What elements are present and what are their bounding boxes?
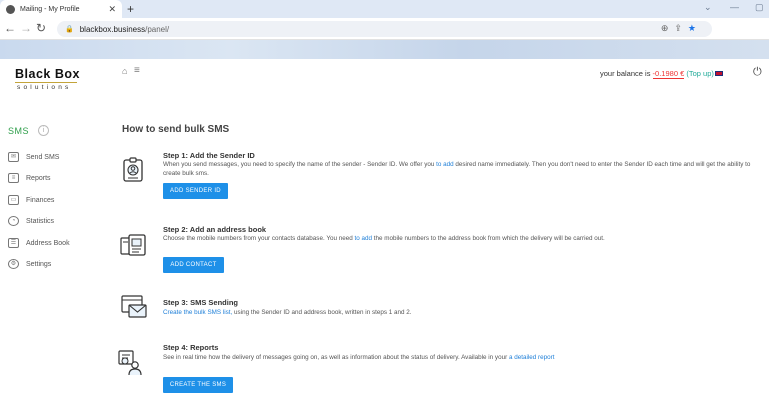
sidebar-item-address-book[interactable]: ☰ Address Book <box>8 236 70 250</box>
step-1-description: When you send messages, you need to spec… <box>163 161 751 177</box>
address-bar[interactable]: 🔒 blackbox.business/panel/ ⊕⇪★ <box>57 21 712 37</box>
sidebar-item-label: Send SMS <box>26 153 60 161</box>
logo-main[interactable]: Black Box <box>15 67 80 81</box>
reports-person-icon <box>118 350 142 376</box>
sidebar-item-reports[interactable]: ≡ Reports <box>8 171 51 185</box>
pie-chart-icon: ◔ <box>8 216 19 226</box>
site-favicon-icon <box>6 4 15 14</box>
app-header: Black Box solutions ⌂ ≡ your balance is … <box>0 59 769 101</box>
sidebar-item-label: Finances <box>26 196 55 204</box>
gear-icon: ⚙ <box>8 259 19 269</box>
step-4-title: Step 4: Reports <box>163 343 219 352</box>
info-icon[interactable]: i <box>38 125 49 136</box>
sidebar-item-send-sms[interactable]: ✉ Send SMS <box>8 150 59 164</box>
browser-tabbar: Mailing - My Profile ✕ + ⌄ — ▢ <box>0 0 769 18</box>
step-1-title: Step 1: Add the Sender ID <box>163 151 255 160</box>
url-path: /panel/ <box>145 24 170 34</box>
language-flag-icon[interactable] <box>715 71 723 76</box>
hamburger-menu-icon[interactable]: ≡ <box>134 65 140 76</box>
sidebar-item-settings[interactable]: ⚙ Settings <box>8 257 51 271</box>
balance-display: your balance is -0.1980 € (Top up) <box>600 69 714 79</box>
document-icon: ≡ <box>8 173 19 183</box>
sidebar-item-statistics[interactable]: ◔ Statistics <box>8 214 54 228</box>
detailed-report-link[interactable]: a detailed report <box>509 354 555 361</box>
bookmark-star-icon[interactable]: ★ <box>688 23 702 33</box>
sidebar-item-label: Address Book <box>26 239 70 247</box>
topup-link[interactable]: (Top up) <box>686 69 714 78</box>
step-2-description: Choose the mobile numbers from your cont… <box>163 235 605 242</box>
tab-title: Mailing - My Profile <box>20 5 80 13</box>
back-arrow-icon[interactable]: ← <box>4 21 16 35</box>
envelope-icon: ✉ <box>8 152 19 162</box>
page-title: How to send bulk SMS <box>122 124 230 135</box>
zoom-icon[interactable]: ⊕ <box>661 23 675 33</box>
tab-search-icon[interactable]: ⌄ <box>704 2 712 13</box>
add-numbers-link[interactable]: to add <box>354 235 372 242</box>
sidebar-item-finances[interactable]: ▭ Finances <box>8 193 54 207</box>
sms-sending-window-icon <box>121 295 147 318</box>
reload-icon[interactable]: ↻ <box>36 21 46 35</box>
share-icon[interactable]: ⇪ <box>674 23 688 33</box>
address-book-icon: ☰ <box>8 238 19 248</box>
page-banner <box>0 40 769 59</box>
sidebar-item-label: Statistics <box>26 217 55 225</box>
sidebar-item-label: Settings <box>26 260 52 268</box>
power-logout-icon[interactable]: ⏻ <box>753 66 762 79</box>
forward-arrow-icon[interactable]: → <box>20 21 32 35</box>
new-tab-button[interactable]: + <box>127 2 134 16</box>
step-3-title: Step 3: SMS Sending <box>163 298 239 307</box>
tab-close-icon[interactable]: ✕ <box>108 4 116 15</box>
wallet-icon: ▭ <box>8 195 19 205</box>
browser-tab[interactable]: Mailing - My Profile ✕ <box>0 0 122 18</box>
add-sender-link[interactable]: to add <box>436 161 454 168</box>
address-book-step-icon <box>120 234 146 256</box>
add-sender-id-button[interactable]: ADD SENDER ID <box>163 183 228 199</box>
minimize-icon[interactable]: — <box>730 2 739 12</box>
sidebar-title: SMS <box>8 126 30 136</box>
step-4-description: See in real time how the delivery of mes… <box>163 354 555 361</box>
sidebar-item-label: Reports <box>26 174 51 182</box>
create-bulk-sms-link[interactable]: Create the bulk SMS list, <box>163 309 232 316</box>
sidebar: SMS i ✉ Send SMS ≡ Reports ▭ Finances ◔ … <box>0 101 110 400</box>
home-icon[interactable]: ⌂ <box>122 66 127 76</box>
lock-icon: 🔒 <box>65 26 74 33</box>
sender-id-card-icon <box>123 157 143 182</box>
add-contact-button[interactable]: ADD CONTACT <box>163 257 224 273</box>
balance-amount[interactable]: -0.1980 € <box>652 69 685 79</box>
create-the-sms-button[interactable]: CREATE THE SMS <box>163 377 233 393</box>
step-2-title: Step 2: Add an address book <box>163 225 267 234</box>
logo-divider <box>15 82 77 83</box>
step-3-description: Create the bulk SMS list, using the Send… <box>163 309 412 316</box>
browser-toolbar: ← → ↻ 🔒 blackbox.business/panel/ ⊕⇪★ <box>0 18 769 50</box>
balance-label: your balance is <box>600 69 651 78</box>
url-domain: blackbox.business <box>79 24 146 34</box>
logo-sub: solutions <box>17 84 72 91</box>
maximize-icon[interactable]: ▢ <box>755 2 764 13</box>
